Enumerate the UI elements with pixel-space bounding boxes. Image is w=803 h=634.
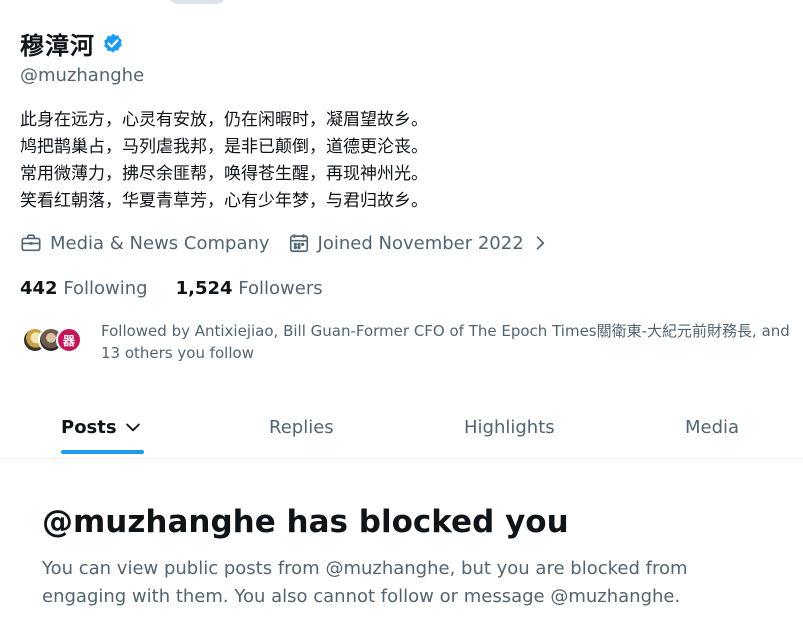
tab-label: Highlights [464,416,555,438]
join-date[interactable]: Joined November 2022 [288,232,550,254]
briefcase-icon [21,234,41,252]
followed-by-text: Followed by Antixiejiao, Bill Guan-Forme… [101,322,790,362]
profile-meta: Media & News Company Joined November 202… [20,232,568,254]
following-label: Following [63,278,148,299]
tab-replies[interactable]: Replies [269,396,334,458]
avatar: 器 [56,327,82,353]
followers-link[interactable]: 1,524 Followers [176,278,323,299]
join-date-label: Joined November 2022 [317,232,524,254]
tab-highlights[interactable]: Highlights [464,396,555,458]
avatar-edge [168,0,226,4]
category-label: Media & News Company [50,232,270,254]
tab-label: Media [685,416,740,438]
tab-label: Posts [61,416,117,438]
tab-label: Replies [269,416,334,438]
blocked-title: @muzhanghe has blocked you [42,504,569,540]
chevron-down-icon [125,423,140,432]
profile-stats: 442 Following 1,524 Followers [20,278,351,299]
profile-bio: 此身在远方，心灵有安放，仍在闲暇时，凝眉望故乡。 鸠把鹊巢占，马列虐我邦，是非已… [20,110,428,211]
following-link[interactable]: 442 Following [20,278,148,299]
chevron-right-icon[interactable] [530,233,550,253]
following-count: 442 [20,278,58,299]
followed-by-avatars: 器 [20,320,90,360]
followed-by-row[interactable]: 器 Followed by Antixiejiao, Bill Guan-For… [20,320,791,364]
calendar-icon [289,234,308,253]
professional-category: Media & News Company [20,232,270,254]
followers-label: Followers [238,278,323,299]
verified-badge-icon[interactable] [101,32,125,56]
tab-media[interactable]: Media [685,396,739,458]
active-tab-indicator [61,450,144,454]
followers-count: 1,524 [175,278,233,299]
tab-posts[interactable]: Posts [61,396,143,458]
display-name: 穆漳河 [20,32,95,60]
profile-tabs: Posts Replies Highlights Media [0,396,803,459]
profile-name-row: 穆漳河 [20,26,125,61]
blocked-description: You can view public posts from @muzhangh… [42,558,688,607]
profile-handle: @muzhanghe [20,65,145,86]
avatar-badge-glyph: 器 [62,333,75,348]
